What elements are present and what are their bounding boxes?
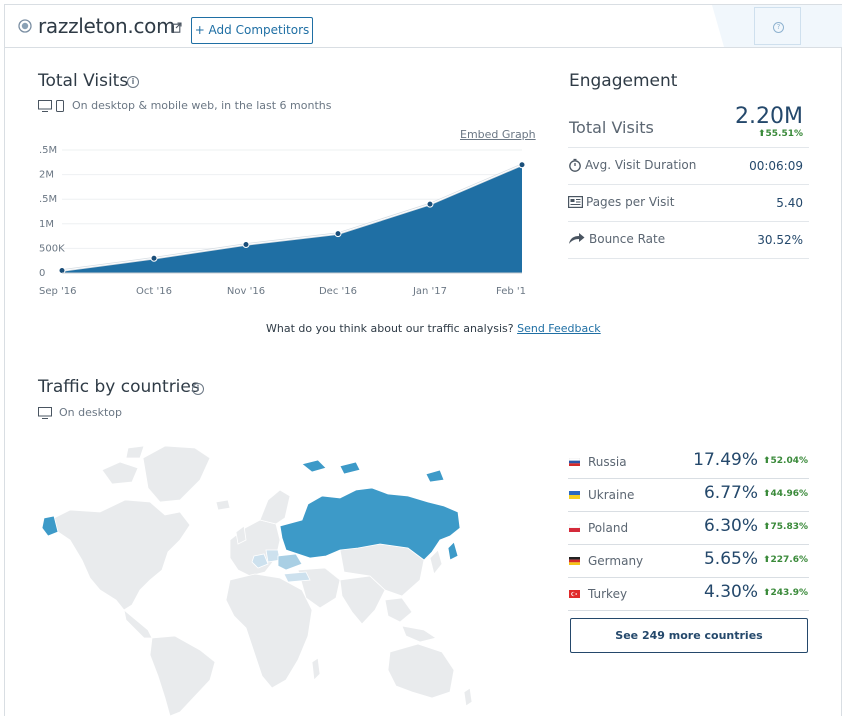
up-arrow-icon: ⬆︎: [757, 129, 766, 139]
y-tick-label: .5M: [39, 194, 57, 205]
germany-flag-icon: [569, 557, 580, 565]
australia-shape: [387, 643, 455, 699]
country-share: 4.30%: [703, 582, 758, 602]
ukraine-flag-icon: [569, 491, 580, 499]
x-tick-label: Jan '17: [412, 286, 447, 297]
europe-shape: [229, 519, 281, 577]
country-name: Russia: [588, 455, 627, 469]
feedback-prompt: What do you think about our traffic anal…: [266, 322, 601, 335]
country-share: 6.30%: [703, 516, 758, 536]
north-america-shape: [53, 499, 191, 611]
country-name: Poland: [588, 521, 629, 535]
data-point: [150, 254, 158, 262]
x-tick-label: Dec '16: [319, 286, 357, 297]
up-arrow-icon: ⬆︎: [762, 489, 771, 499]
engagement-pages-value: 5.40: [776, 196, 803, 210]
poland-flag-icon: [569, 524, 580, 532]
x-tick-label: Feb '1: [496, 286, 526, 297]
engagement-total-visits-value: 2.20M: [735, 104, 803, 129]
turkey-flag-icon: [569, 590, 580, 598]
africa-shape: [225, 573, 313, 689]
data-point: [242, 240, 250, 248]
country-share: 5.65%: [703, 549, 758, 569]
engagement-pages-row: Pages per Visit 5.40: [568, 185, 809, 222]
see-more-countries-button[interactable]: See 249 more countries: [570, 618, 808, 653]
x-tick-label: Sep '16: [39, 286, 77, 297]
pages-icon: [568, 196, 583, 208]
country-row-ukraine[interactable]: Ukraine 6.77% ⬆︎44.96%: [568, 478, 809, 512]
engagement-duration-label: Avg. Visit Duration: [585, 158, 697, 172]
y-tick-label: 2M: [39, 170, 54, 181]
world-map: [41, 445, 473, 716]
country-change: ⬆︎75.83%: [763, 522, 808, 532]
engagement-duration-row: Avg. Visit Duration 00:06:09: [568, 148, 809, 185]
ukraine-shape: [277, 553, 303, 571]
bounce-arrow-icon: [569, 233, 585, 244]
engagement-bounce-row: Bounce Rate 30.52%: [568, 222, 809, 259]
south-america-shape: [149, 635, 216, 716]
engagement-pages-label: Pages per Visit: [586, 195, 675, 209]
x-tick-label: Nov '16: [227, 286, 265, 297]
country-share: 17.49%: [693, 450, 758, 470]
engagement-title: Engagement: [569, 71, 678, 91]
y-tick-label: 0: [39, 268, 45, 279]
engagement-total-visits-change: ⬆︎55.51%: [758, 129, 803, 139]
country-change-value: 75.83%: [770, 522, 809, 532]
country-change-value: 44.96%: [770, 489, 809, 499]
desktop-icon: [38, 407, 52, 419]
country-change: ⬆︎44.96%: [763, 489, 808, 499]
y-tick-label: .5M: [39, 145, 57, 156]
country-row-germany[interactable]: Germany 5.65% ⬆︎227.6%: [568, 544, 809, 578]
traffic-countries-title: Traffic by countries: [38, 377, 200, 397]
country-name: Ukraine: [588, 488, 635, 502]
engagement-bounce-value: 30.52%: [757, 233, 803, 247]
country-share: 6.77%: [703, 483, 758, 503]
y-tick-label: 500K: [39, 243, 65, 254]
up-arrow-icon: ⬆︎: [762, 588, 771, 598]
country-change-value: 227.6%: [770, 555, 809, 565]
send-feedback-link[interactable]: Send Feedback: [517, 322, 601, 335]
country-change: ⬆︎243.9%: [763, 588, 808, 598]
country-change: ⬆︎52.04%: [763, 456, 808, 466]
country-name: Germany: [588, 554, 644, 568]
country-change: ⬆︎227.6%: [763, 555, 808, 565]
engagement-duration-value: 00:06:09: [749, 159, 803, 173]
country-change-value: 243.9%: [770, 588, 809, 598]
turkey-shape: [283, 571, 311, 583]
up-arrow-icon: ⬆︎: [762, 555, 771, 565]
visits-area: [62, 164, 522, 273]
total-change-value: 55.51%: [765, 129, 804, 139]
data-point: [334, 230, 342, 238]
country-row-turkey[interactable]: Turkey 4.30% ⬆︎243.9%: [568, 577, 809, 611]
engagement-total-visits-label: Total Visits: [569, 118, 654, 137]
feedback-question: What do you think about our traffic anal…: [266, 322, 514, 335]
greenland-shape: [142, 445, 211, 503]
x-tick-label: Oct '16: [136, 286, 172, 297]
arctic-islands-shape: [101, 461, 139, 485]
country-change-value: 52.04%: [770, 456, 809, 466]
data-point: [426, 200, 434, 208]
y-tick-label: 1M: [39, 219, 54, 230]
engagement-total-visits-row: Total Visits 2.20M ⬆︎55.51%: [568, 104, 809, 148]
countries-info-icon[interactable]: i: [192, 383, 204, 395]
data-point: [518, 161, 526, 169]
up-arrow-icon: ⬆︎: [762, 522, 771, 532]
up-arrow-icon: ⬆︎: [762, 456, 771, 466]
country-row-russia[interactable]: Russia 17.49% ⬆︎52.04%: [568, 445, 809, 479]
engagement-bounce-label: Bounce Rate: [589, 232, 666, 246]
russia-flag-icon: [569, 458, 580, 466]
country-row-poland[interactable]: Poland 6.30% ⬆︎75.83%: [568, 511, 809, 545]
stopwatch-icon: [569, 158, 581, 172]
countries-subtitle: On desktop: [59, 406, 123, 419]
country-name: Turkey: [588, 587, 628, 601]
